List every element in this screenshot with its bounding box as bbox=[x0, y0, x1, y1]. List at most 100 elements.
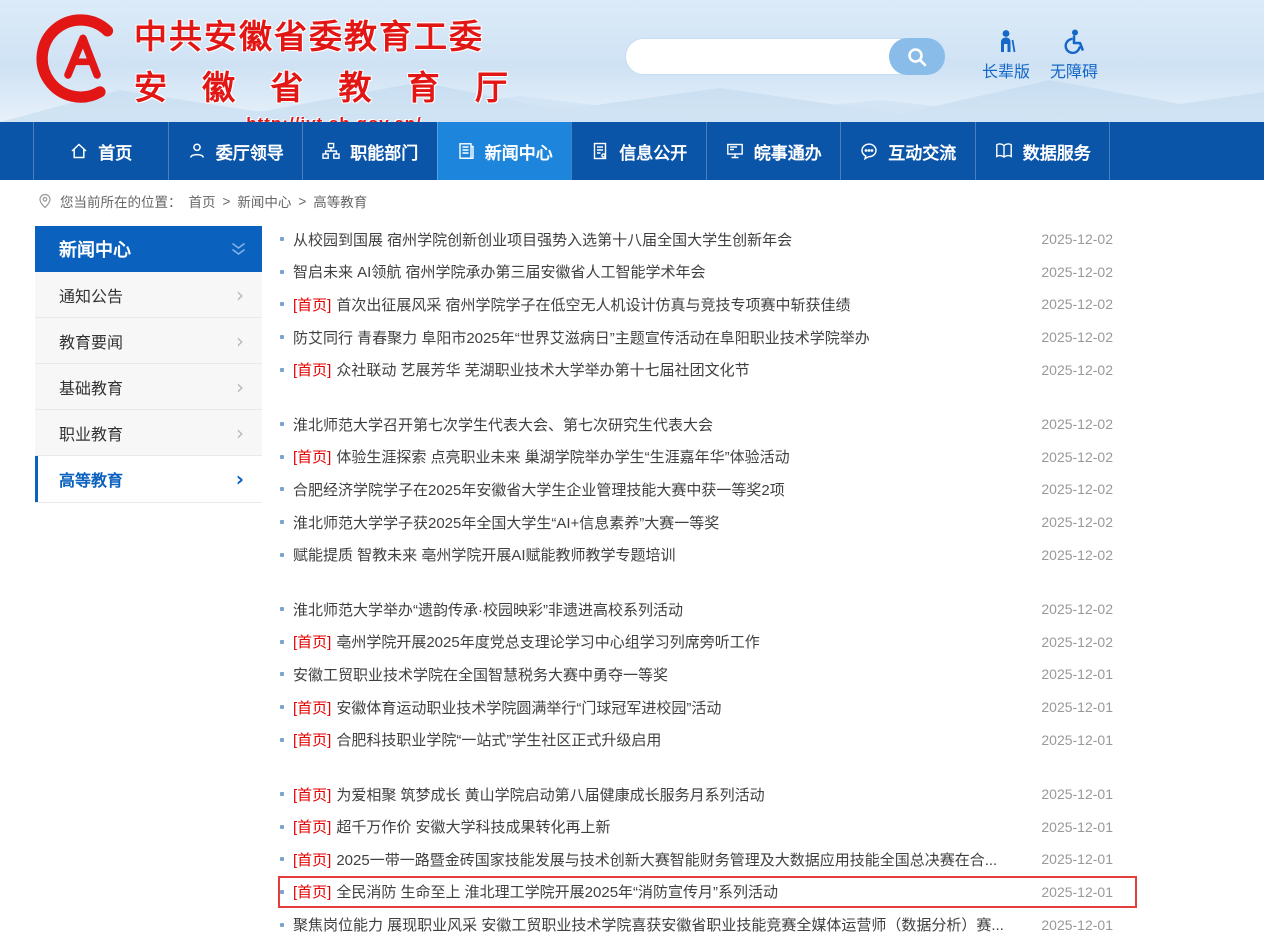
search-icon bbox=[905, 45, 929, 69]
chevron-right-icon: › bbox=[236, 331, 244, 351]
news-row[interactable]: [首页]为爱相聚 筑梦成长 黄山学院启动第八届健康成长服务月系列活动 2025-… bbox=[278, 778, 1137, 811]
sidebar-item-label: 高等教育 bbox=[59, 467, 123, 491]
news-title[interactable]: 超千万作价 安徽大学科技成果转化再上新 bbox=[336, 816, 610, 837]
nav-item-news-center[interactable]: 新闻中心 bbox=[437, 122, 572, 180]
nav-item-online-services[interactable]: 皖事通办 bbox=[706, 122, 841, 180]
news-row[interactable]: [首页]首次出征展风采 宿州学院学子在低空无人机设计仿真与竞技专项赛中斩获佳绩 … bbox=[278, 288, 1137, 321]
front-page-tag: [首页] bbox=[293, 729, 331, 750]
sidebar-item-basic-education[interactable]: 基础教育 › bbox=[35, 364, 262, 410]
search-button[interactable] bbox=[889, 38, 945, 75]
news-title[interactable]: 合肥经济学院学子在2025年安徽省大学生企业管理技能大赛中获一等奖2项 bbox=[293, 479, 785, 500]
bullet-icon bbox=[280, 237, 284, 241]
news-title[interactable]: 智启未来 AI领航 宿州学院承办第三届安徽省人工智能学术年会 bbox=[293, 261, 706, 282]
sidebar-item-higher-education[interactable]: 高等教育 › bbox=[35, 456, 262, 502]
nav-item-label: 数据服务 bbox=[1023, 139, 1091, 164]
sidebar-item-notices[interactable]: 通知公告 › bbox=[35, 272, 262, 318]
breadcrumb: 您当前所在的位置： 首页 > 新闻中心 > 高等教育 bbox=[0, 180, 1264, 222]
elder-version-label: 长辈版 bbox=[982, 58, 1030, 82]
news-date: 2025-12-02 bbox=[1041, 547, 1113, 563]
bullet-icon bbox=[280, 607, 284, 611]
nav-item-leaders[interactable]: 委厅领导 bbox=[168, 122, 303, 180]
breadcrumb-home[interactable]: 首页 bbox=[189, 191, 216, 211]
news-title[interactable]: 淮北师范大学举办“遗韵传承·校园映彩”非遗进高校系列活动 bbox=[293, 599, 683, 620]
nav-item-info-disclosure[interactable]: 信息公开 bbox=[571, 122, 706, 180]
news-row[interactable]: 从校园到国展 宿州学院创新创业项目强势入选第十八届全国大学生创新年会 2025-… bbox=[278, 223, 1137, 256]
news-row[interactable]: [首页]亳州学院开展2025年度党总支理论学习中心组学习列席旁听工作 2025-… bbox=[278, 626, 1137, 659]
news-row[interactable]: 安徽工贸职业技术学院在全国智慧税务大赛中勇夺一等奖 2025-12-01 bbox=[278, 658, 1137, 691]
front-page-tag: [首页] bbox=[293, 816, 331, 837]
news-title[interactable]: 2025一带一路暨金砖国家技能发展与技术创新大赛智能财务管理及大数据应用技能全国… bbox=[336, 849, 997, 870]
nav-item-departments[interactable]: 职能部门 bbox=[302, 122, 437, 180]
bullet-icon bbox=[280, 270, 284, 274]
book-icon bbox=[994, 141, 1014, 161]
sidebar-title: 新闻中心 bbox=[35, 226, 262, 272]
breadcrumb-separator: > bbox=[223, 194, 231, 209]
news-date: 2025-12-02 bbox=[1041, 634, 1113, 650]
bullet-icon bbox=[280, 422, 284, 426]
search-input[interactable] bbox=[642, 40, 882, 73]
news-row[interactable]: 智启未来 AI领航 宿州学院承办第三届安徽省人工智能学术年会 2025-12-0… bbox=[278, 256, 1137, 289]
org-title-line2: 安 徽 省 教 育 厅 bbox=[134, 61, 534, 109]
bullet-icon bbox=[280, 640, 284, 644]
home-icon bbox=[69, 141, 89, 161]
elder-person-icon bbox=[993, 28, 1019, 54]
news-title[interactable]: 淮北师范大学召开第七次学生代表大会、第七次研究生代表大会 bbox=[293, 414, 713, 435]
news-row[interactable]: [首页]体验生涯探索 点亮职业未来 巢湖学院举办学生“生涯嘉年华”体验活动 20… bbox=[278, 441, 1137, 474]
news-row[interactable]: [首页]2025一带一路暨金砖国家技能发展与技术创新大赛智能财务管理及大数据应用… bbox=[278, 843, 1137, 876]
accessibility-link[interactable]: 无障碍 bbox=[1050, 28, 1098, 82]
sidebar-item-education-news[interactable]: 教育要闻 › bbox=[35, 318, 262, 364]
bullet-icon bbox=[280, 487, 284, 491]
news-title[interactable]: 聚焦岗位能力 展现职业风采 安徽工贸职业技术学院喜获安徽省职业技能竞赛全媒体运营… bbox=[293, 914, 1004, 935]
bullet-icon bbox=[280, 672, 284, 676]
sidebar-item-label: 职业教育 bbox=[59, 421, 123, 445]
site-brand: 中共安徽省委教育工委 安 徽 省 教 育 厅 http://jyt.ah.gov… bbox=[134, 10, 534, 122]
news-title[interactable]: 为爱相聚 筑梦成长 黄山学院启动第八届健康成长服务月系列活动 bbox=[336, 784, 764, 805]
news-row[interactable]: 淮北师范大学召开第七次学生代表大会、第七次研究生代表大会 2025-12-02 bbox=[278, 408, 1137, 441]
nav-item-home[interactable]: 首页 bbox=[33, 122, 168, 180]
accessibility-label: 无障碍 bbox=[1050, 58, 1098, 82]
breadcrumb-separator: > bbox=[298, 194, 306, 209]
bullet-icon bbox=[280, 705, 284, 709]
org-chart-icon bbox=[321, 141, 341, 161]
news-date: 2025-12-02 bbox=[1041, 329, 1113, 345]
news-title[interactable]: 亳州学院开展2025年度党总支理论学习中心组学习列席旁听工作 bbox=[336, 631, 759, 652]
breadcrumb-higher-education[interactable]: 高等教育 bbox=[313, 191, 367, 211]
news-title[interactable]: 安徽工贸职业技术学院在全国智慧税务大赛中勇夺一等奖 bbox=[293, 664, 668, 685]
news-group: 淮北师范大学举办“遗韵传承·校园映彩”非遗进高校系列活动 2025-12-02 … bbox=[278, 593, 1137, 756]
news-title[interactable]: 防艾同行 青春聚力 阜阳市2025年“世界艾滋病日”主题宣传活动在阜阳职业技术学… bbox=[293, 327, 870, 348]
breadcrumb-news-center[interactable]: 新闻中心 bbox=[237, 191, 291, 211]
news-date: 2025-12-02 bbox=[1041, 449, 1113, 465]
news-title[interactable]: 赋能提质 智教未来 亳州学院开展AI赋能教师教学专题培训 bbox=[293, 544, 676, 565]
news-row[interactable]: 淮北师范大学学子获2025年全国大学生“AI+信息素养”大赛一等奖 2025-1… bbox=[278, 506, 1137, 539]
nav-item-interaction[interactable]: 互动交流 bbox=[840, 122, 975, 180]
news-row[interactable]: 防艾同行 青春聚力 阜阳市2025年“世界艾滋病日”主题宣传活动在阜阳职业技术学… bbox=[278, 321, 1137, 354]
sidebar-item-label: 教育要闻 bbox=[59, 329, 123, 353]
nav-item-data-services[interactable]: 数据服务 bbox=[975, 122, 1110, 180]
bullet-icon bbox=[280, 825, 284, 829]
news-title[interactable]: 全民消防 生命至上 淮北理工学院开展2025年“消防宣传月”系列活动 bbox=[336, 881, 778, 902]
news-title[interactable]: 体验生涯探索 点亮职业未来 巢湖学院举办学生“生涯嘉年华”体验活动 bbox=[336, 446, 789, 467]
news-row[interactable]: 合肥经济学院学子在2025年安徽省大学生企业管理技能大赛中获一等奖2项 2025… bbox=[278, 473, 1137, 506]
news-date: 2025-12-01 bbox=[1041, 732, 1113, 748]
news-row[interactable]: [首页]众社联动 艺展芳华 芜湖职业技术大学举办第十七届社团文化节 2025-1… bbox=[278, 353, 1137, 386]
location-pin-icon bbox=[37, 193, 53, 209]
sidebar-item-vocational-education[interactable]: 职业教育 › bbox=[35, 410, 262, 456]
nav-item-label: 职能部门 bbox=[350, 139, 418, 164]
news-row[interactable]: 赋能提质 智教未来 亳州学院开展AI赋能教师教学专题培训 2025-12-02 bbox=[278, 538, 1137, 571]
news-title[interactable]: 从校园到国展 宿州学院创新创业项目强势入选第十八届全国大学生创新年会 bbox=[293, 229, 792, 250]
news-row-highlighted[interactable]: [首页]全民消防 生命至上 淮北理工学院开展2025年“消防宣传月”系列活动 2… bbox=[278, 876, 1137, 909]
news-row[interactable]: [首页]安徽体育运动职业技术学院圆满举行“门球冠军进校园”活动 2025-12-… bbox=[278, 691, 1137, 724]
news-title[interactable]: 淮北师范大学学子获2025年全国大学生“AI+信息素养”大赛一等奖 bbox=[293, 512, 719, 533]
news-row[interactable]: 淮北师范大学举办“遗韵传承·校园映彩”非遗进高校系列活动 2025-12-02 bbox=[278, 593, 1137, 626]
news-date: 2025-12-02 bbox=[1041, 231, 1113, 247]
news-date: 2025-12-01 bbox=[1041, 851, 1113, 867]
news-title[interactable]: 安徽体育运动职业技术学院圆满举行“门球冠军进校园”活动 bbox=[336, 697, 721, 718]
news-row[interactable]: [首页]超千万作价 安徽大学科技成果转化再上新 2025-12-01 bbox=[278, 811, 1137, 844]
bullet-icon bbox=[280, 368, 284, 372]
elder-version-link[interactable]: 长辈版 bbox=[982, 28, 1030, 82]
news-title[interactable]: 众社联动 艺展芳华 芜湖职业技术大学举办第十七届社团文化节 bbox=[336, 359, 749, 380]
news-row[interactable]: 聚焦岗位能力 展现职业风采 安徽工贸职业技术学院喜获安徽省职业技能竞赛全媒体运营… bbox=[278, 908, 1137, 940]
news-title[interactable]: 首次出征展风采 宿州学院学子在低空无人机设计仿真与竞技专项赛中斩获佳绩 bbox=[336, 294, 850, 315]
news-title[interactable]: 合肥科技职业学院“一站式”学生社区正式升级启用 bbox=[336, 729, 661, 750]
news-row[interactable]: [首页]合肥科技职业学院“一站式”学生社区正式升级启用 2025-12-01 bbox=[278, 723, 1137, 756]
